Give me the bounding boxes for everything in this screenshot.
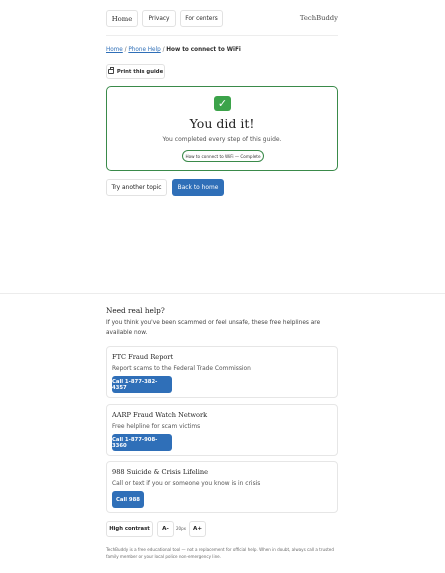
check-mark-icon: ✓ (214, 96, 231, 111)
breadcrumb-separator: / (162, 47, 165, 53)
helpline-description: Call or text if you or someone you know … (112, 481, 261, 487)
completion-title: You did it! (189, 116, 255, 131)
helpline-name: 988 Suicide & Crisis Lifeline (112, 468, 209, 476)
help-intro: If you think you've been scammed or feel… (106, 320, 321, 336)
high-contrast-toggle[interactable]: High contrast (106, 521, 153, 537)
call-ftc-button[interactable]: Call 1-877-382-4357 (112, 376, 172, 393)
breadcrumb-phone-help-link[interactable]: Phone Help (128, 47, 160, 53)
helpline-name: AARP Fraud Watch Network (112, 411, 208, 419)
try-another-topic-button[interactable]: Try another topic (106, 179, 167, 196)
print-guide-button[interactable]: Print this guide (106, 64, 165, 79)
header-divider (106, 35, 338, 36)
breadcrumb-current: How to connect to WiFi (166, 47, 241, 53)
decrease-font-button[interactable]: A- (157, 521, 174, 537)
call-988-button[interactable]: Call 988 (112, 491, 144, 508)
helpline-card-aarp: AARP Fraud Watch Network Free helpline f… (106, 404, 338, 456)
nav-for-centers-button[interactable]: For centers (180, 10, 223, 27)
printer-icon (107, 67, 114, 74)
helpline-description: Report scams to the Federal Trade Commis… (112, 366, 251, 372)
increase-font-button[interactable]: A+ (189, 521, 206, 537)
breadcrumb: Home / Phone Help / How to connect to Wi… (106, 47, 241, 53)
helpline-card-ftc: FTC Fraud Report Report scams to the Fed… (106, 346, 338, 398)
brand-logo[interactable]: TechBuddy (300, 14, 338, 22)
section-divider (0, 293, 445, 294)
helpline-card-988: 988 Suicide & Crisis Lifeline Call or te… (106, 461, 338, 513)
call-aarp-button[interactable]: Call 1-877-908-3360 (112, 434, 172, 451)
font-size-readout: 20px (176, 526, 186, 531)
breadcrumb-home-link[interactable]: Home (106, 47, 123, 53)
print-guide-label: Print this guide (116, 68, 164, 75)
completion-badge: How to connect to WiFi — Complete (182, 150, 264, 162)
completion-card: ✓ You did it! You completed every step o… (106, 86, 338, 171)
back-to-home-button[interactable]: Back to home (172, 179, 224, 196)
helpline-description: Free helpline for scam victims (112, 424, 201, 430)
completion-subtitle: You completed every step of this guide. (162, 136, 282, 143)
help-heading: Need real help? (106, 306, 165, 315)
helpline-name: FTC Fraud Report (112, 353, 174, 361)
breadcrumb-separator: / (124, 47, 127, 53)
footer-disclaimer: TechBuddy is a free educational tool — n… (106, 547, 334, 559)
nav-privacy-button[interactable]: Privacy (142, 10, 176, 27)
nav-home-button[interactable]: Home (106, 10, 138, 27)
top-nav: Home Privacy For centers TechBuddy (106, 10, 338, 28)
